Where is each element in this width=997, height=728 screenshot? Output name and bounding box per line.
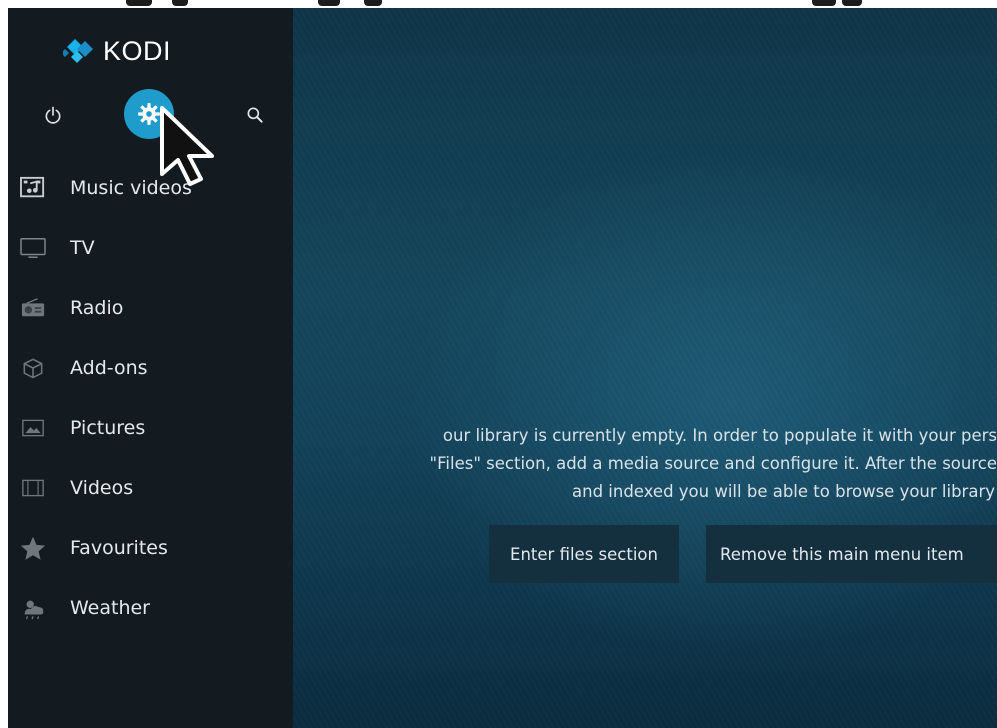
cropped-heading-strip <box>0 0 997 8</box>
gear-icon <box>138 103 160 125</box>
cropped-heading-glyphs <box>0 0 997 8</box>
empty-library-message: our library is currently empty. In order… <box>293 422 997 506</box>
settings-button[interactable] <box>124 89 174 139</box>
message-line: our library is currently empty. In order… <box>442 426 997 445</box>
menu-item-pictures[interactable]: Pictures <box>8 400 293 456</box>
search-icon <box>247 107 263 123</box>
picture-icon <box>16 414 50 442</box>
menu-label: Radio <box>70 297 124 319</box>
menu-label: Favourites <box>70 537 168 559</box>
menu-label: Music videos <box>70 177 192 199</box>
menu-item-add-ons[interactable]: Add-ons <box>8 340 293 396</box>
message-line: and indexed you will be able to browse y… <box>572 482 995 501</box>
power-icon <box>45 106 61 124</box>
power-button[interactable] <box>36 98 70 132</box>
menu-label: Weather <box>70 597 150 619</box>
menu-item-weather[interactable]: Weather <box>8 580 293 636</box>
star-icon <box>16 534 50 562</box>
message-line: "Files" section, add a media source and … <box>429 454 997 473</box>
menu-item-radio[interactable]: Radio <box>8 280 293 336</box>
tv-icon <box>16 234 50 262</box>
background-texture <box>293 8 997 728</box>
menu-item-tv[interactable]: TV <box>8 220 293 276</box>
main-content: our library is currently empty. In order… <box>293 8 997 728</box>
radio-icon <box>16 294 50 322</box>
menu-item-music-videos[interactable]: Music videos <box>8 160 293 216</box>
film-icon <box>16 474 50 502</box>
menu-label: Pictures <box>70 417 146 439</box>
sidebar: KODI Music videos TV Radio Add-ons Pictu… <box>8 8 293 728</box>
menu-item-favourites[interactable]: Favourites <box>8 520 293 576</box>
logo-text: KODI <box>103 35 172 66</box>
menu-item-videos[interactable]: Videos <box>8 460 293 516</box>
menu-label: TV <box>70 237 95 259</box>
menu-label: Add-ons <box>70 357 148 379</box>
kodi-logo: KODI <box>63 34 171 68</box>
search-button[interactable] <box>238 98 272 132</box>
music-video-icon <box>16 174 50 202</box>
menu-label: Videos <box>70 477 134 499</box>
enter-files-section-button[interactable]: Enter files section <box>489 525 679 583</box>
kodi-window: KODI Music videos TV Radio Add-ons Pictu… <box>8 8 997 728</box>
remove-menu-item-button[interactable]: Remove this main menu item <box>706 525 997 583</box>
addons-box-icon <box>16 354 50 382</box>
kodi-logo-icon <box>63 39 93 63</box>
weather-icon <box>16 594 50 622</box>
